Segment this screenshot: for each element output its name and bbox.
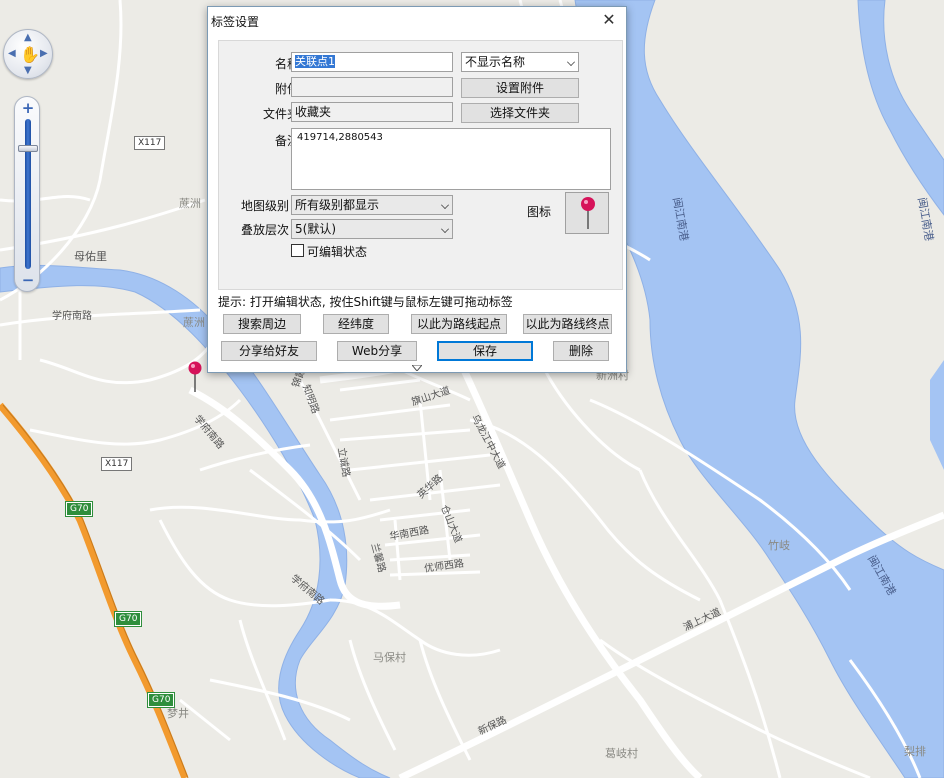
layer-label: 叠放层次 xyxy=(240,223,289,237)
label-settings-dialog: 标签设置 ✕ 名称 关联点1 不显示名称 附件 设置附件 文件夹 收藏夹 选择文… xyxy=(207,6,627,373)
attachment-field xyxy=(291,77,453,97)
place-label: 葛岐村 xyxy=(605,747,638,760)
route-shield-g70: G70 xyxy=(115,612,142,626)
settings-panel: 名称 关联点1 不显示名称 附件 设置附件 文件夹 收藏夹 选择文件夹 备注 4… xyxy=(218,40,623,290)
place-label: 蔗洲 xyxy=(179,197,201,210)
map-level-value: 所有级别都显示 xyxy=(295,198,380,212)
route-start-button[interactable]: 以此为路线起点 xyxy=(411,314,507,334)
dialog-titlebar[interactable]: 标签设置 ✕ xyxy=(208,7,626,35)
zoom-in-icon[interactable]: + xyxy=(15,99,41,117)
map-level-label: 地图级别 xyxy=(240,199,289,213)
chevron-down-icon xyxy=(567,58,575,66)
route-shield-x117: X117 xyxy=(101,457,133,471)
share-friends-button[interactable]: 分享给好友 xyxy=(221,341,317,361)
place-label: 梦井 xyxy=(167,707,189,720)
chevron-down-icon xyxy=(441,201,449,209)
route-end-button[interactable]: 以此为路线终点 xyxy=(523,314,612,334)
chevron-down-icon xyxy=(441,225,449,233)
road-label: 学府南路 xyxy=(52,311,92,322)
pan-up-icon[interactable]: ▲ xyxy=(24,33,32,43)
close-icon[interactable]: ✕ xyxy=(598,10,620,30)
icon-picker-button[interactable] xyxy=(565,192,609,234)
zoom-slider-thumb[interactable] xyxy=(18,145,38,152)
icon-label: 图标 xyxy=(527,205,552,219)
display-mode-select[interactable]: 不显示名称 xyxy=(461,52,579,72)
hand-icon: ✋ xyxy=(20,45,40,64)
zoom-slider-track[interactable] xyxy=(25,119,31,269)
pan-down-icon[interactable]: ▼ xyxy=(24,66,32,76)
folder-label: 文件夹 xyxy=(262,107,299,121)
place-label: 母佑里 xyxy=(74,250,107,263)
name-input-value: 关联点1 xyxy=(295,55,335,68)
display-mode-value: 不显示名称 xyxy=(465,55,526,69)
hint-text: 提示: 打开编辑状态, 按住Shift键与鼠标左键可拖动标签 xyxy=(218,295,513,309)
layer-select[interactable]: 5(默认) xyxy=(291,219,453,239)
dialog-title: 标签设置 xyxy=(211,15,260,29)
web-share-button[interactable]: Web分享 xyxy=(337,341,417,361)
zoom-control[interactable]: + − xyxy=(14,96,40,292)
pointer-caret-icon xyxy=(412,365,422,371)
place-label: 蔗洲 xyxy=(183,316,205,329)
pan-left-icon[interactable]: ◀ xyxy=(8,49,16,59)
map-level-select[interactable]: 所有级别都显示 xyxy=(291,195,453,215)
name-input[interactable]: 关联点1 xyxy=(291,52,453,72)
editable-checkbox[interactable] xyxy=(291,244,304,257)
layer-value: 5(默认) xyxy=(295,222,336,236)
notes-textarea[interactable]: 419714,2880543 xyxy=(291,128,611,190)
search-nearby-button[interactable]: 搜索周边 xyxy=(223,314,301,334)
delete-button[interactable]: 删除 xyxy=(553,341,609,361)
choose-folder-button[interactable]: 选择文件夹 xyxy=(461,103,579,123)
place-label: 梨排 xyxy=(904,745,926,758)
coordinates-button[interactable]: 经纬度 xyxy=(323,314,389,334)
route-shield-x117: X117 xyxy=(134,136,166,150)
route-shield-g70: G70 xyxy=(66,502,93,516)
place-label: 马保村 xyxy=(373,651,406,664)
set-attachment-button[interactable]: 设置附件 xyxy=(461,78,579,98)
zoom-out-icon[interactable]: − xyxy=(15,271,41,289)
folder-field: 收藏夹 xyxy=(291,102,453,122)
pan-control[interactable]: ▲ ▼ ◀ ▶ ✋ xyxy=(3,29,53,79)
editable-checkbox-label: 可编辑状态 xyxy=(307,245,368,259)
place-label: 竹岐 xyxy=(768,539,790,552)
save-button[interactable]: 保存 xyxy=(437,341,533,361)
pan-right-icon[interactable]: ▶ xyxy=(40,49,48,59)
pin-icon xyxy=(581,197,595,229)
